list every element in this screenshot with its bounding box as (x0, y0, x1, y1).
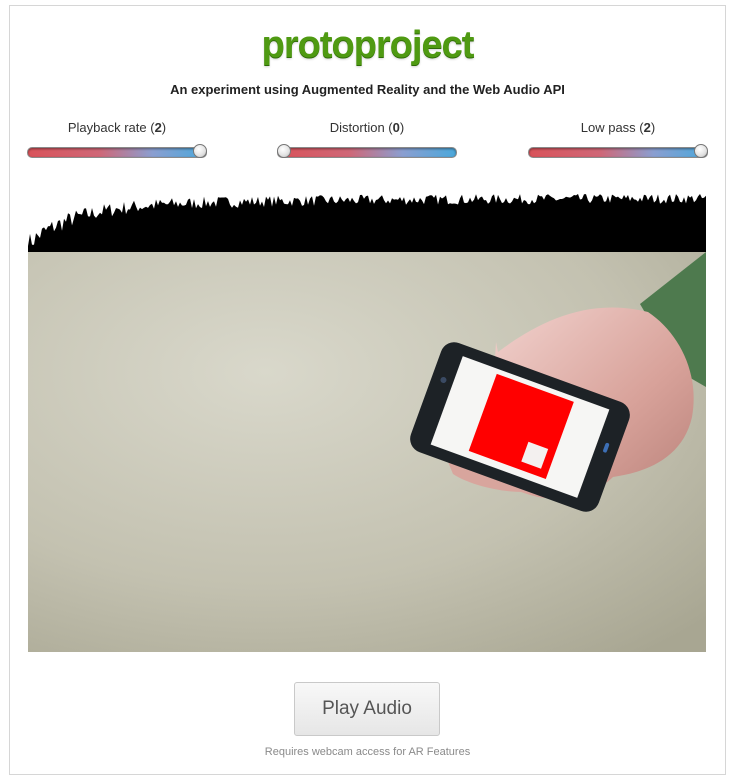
distortion-label-text: Distortion (329, 120, 385, 135)
waveform-shape (28, 194, 706, 252)
playback-rate-label: Playback rate (2) (67, 120, 167, 135)
low-pass-label-text: Low pass (580, 120, 636, 135)
webcam-feed (28, 252, 706, 652)
low-pass-slider[interactable] (528, 147, 708, 158)
playback-rate-slider[interactable] (27, 147, 207, 158)
low-pass-label: Low pass (2) (580, 120, 656, 135)
distortion-slider-thumb[interactable] (277, 144, 291, 158)
play-audio-button[interactable]: Play Audio (294, 682, 440, 736)
playback-rate-value: 2 (154, 120, 162, 135)
control-low-pass: Low pass (2) (528, 120, 708, 164)
distortion-label: Distortion (0) (329, 120, 405, 135)
app-title: protoproject (261, 24, 475, 66)
distortion-value: 0 (392, 120, 400, 135)
playback-rate-slider-thumb[interactable] (193, 144, 207, 158)
control-playback-rate: Playback rate (2) (27, 120, 207, 164)
distortion-slider[interactable] (277, 147, 457, 158)
webcam-requirement-note: Requires webcam access for AR Features (264, 746, 471, 758)
control-distortion: Distortion (0) (277, 120, 457, 164)
webcam-scene (28, 252, 706, 652)
low-pass-slider-thumb[interactable] (694, 144, 708, 158)
low-pass-value: 2 (643, 120, 651, 135)
app-subtitle: An experiment using Augmented Reality an… (170, 82, 565, 97)
audio-waveform (28, 194, 706, 252)
playback-rate-label-text: Playback rate (67, 120, 147, 135)
